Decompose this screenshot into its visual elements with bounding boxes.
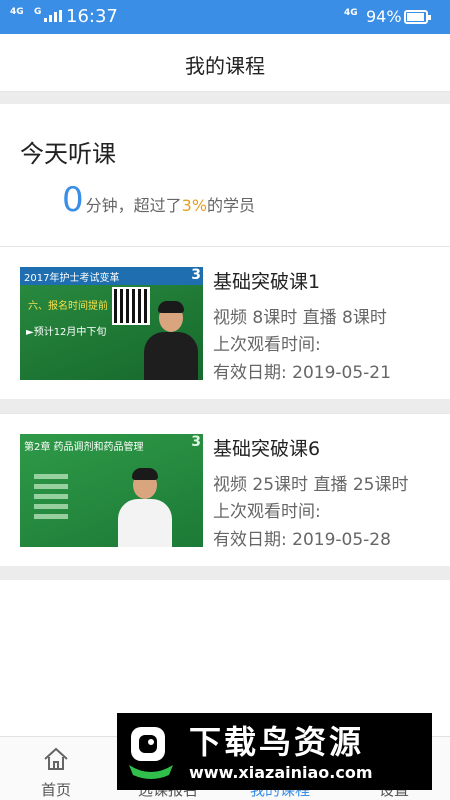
network-type-label: 4G xyxy=(10,7,24,17)
course-card[interactable]: 第2章 药品调剂和药品管理 3 基础突破课6 视频 25课时 直播 25课时 上… xyxy=(0,413,450,566)
section-divider xyxy=(0,399,450,413)
clock: 16:37 xyxy=(66,6,118,27)
bird-logo-icon xyxy=(129,727,173,779)
course-lesson-counts: 视频 8课时 直播 8课时 xyxy=(213,308,387,328)
status-bar: 4G G 16:37 4G 94% xyxy=(0,0,450,34)
network-sub-label: G xyxy=(34,7,42,17)
network-indicator-left: 4G xyxy=(10,8,24,17)
course-title[interactable]: 基础突破课6 xyxy=(213,434,320,461)
brand-logo-icon: 3 xyxy=(191,434,201,450)
network-indicator-right: 4G xyxy=(344,8,358,18)
home-icon xyxy=(44,747,68,770)
brand-logo-icon: 3 xyxy=(191,267,201,283)
valid-until: 有效日期: 2019-05-28 xyxy=(213,530,391,550)
watermark-title: 下载鸟资源 xyxy=(189,723,365,761)
today-listening-summary: 今天听课 0 分钟，超过了 3% 的学员 xyxy=(0,104,450,244)
thumbnail-line: 六、报名时间提前 xyxy=(28,301,108,312)
battery-icon xyxy=(404,10,431,24)
nav-item-home[interactable]: 首页 xyxy=(0,737,112,800)
thumbnail-outline-lines xyxy=(34,474,68,524)
header: 我的课程 xyxy=(0,34,450,92)
last-watched-label: 上次观看时间: xyxy=(213,502,321,522)
teacher-image xyxy=(142,300,200,380)
percent-suffix: 的学员 xyxy=(207,196,256,215)
minutes-value: 0 xyxy=(62,180,84,220)
thumbnail-line: ►预计12月中下旬 xyxy=(26,327,107,338)
thumbnail-banner: 2017年护士考试变革 xyxy=(24,273,120,284)
teacher-image xyxy=(116,467,174,547)
signal-bars-icon xyxy=(44,10,62,22)
course-thumbnail[interactable]: 第2章 药品调剂和药品管理 3 xyxy=(20,434,203,547)
page-title: 我的课程 xyxy=(185,54,265,78)
today-stats: 0 分钟，超过了 3% 的学员 xyxy=(62,180,255,220)
watermark-overlay: 下载鸟资源 www.xiazainiao.com xyxy=(117,713,432,790)
last-watched-label: 上次观看时间: xyxy=(213,335,321,355)
course-lesson-counts: 视频 25课时 直播 25课时 xyxy=(213,475,409,495)
nav-label: 首页 xyxy=(40,781,71,799)
minutes-unit: 分钟，超过了 xyxy=(85,196,182,215)
percent-value: 3% xyxy=(181,196,208,215)
watermark-url: www.xiazainiao.com xyxy=(189,763,373,782)
battery-percent: 94% xyxy=(366,7,402,26)
course-card[interactable]: 2017年护士考试变革 3 六、报名时间提前 ►预计12月中下旬 基础突破课1 … xyxy=(0,246,450,399)
section-divider xyxy=(0,92,450,104)
course-thumbnail[interactable]: 2017年护士考试变革 3 六、报名时间提前 ►预计12月中下旬 xyxy=(20,267,203,380)
thumbnail-banner: 第2章 药品调剂和药品管理 xyxy=(24,442,144,453)
valid-until: 有效日期: 2019-05-21 xyxy=(213,363,391,383)
course-title[interactable]: 基础突破课1 xyxy=(213,267,320,294)
section-divider xyxy=(0,566,450,580)
today-heading: 今天听课 xyxy=(20,140,116,168)
